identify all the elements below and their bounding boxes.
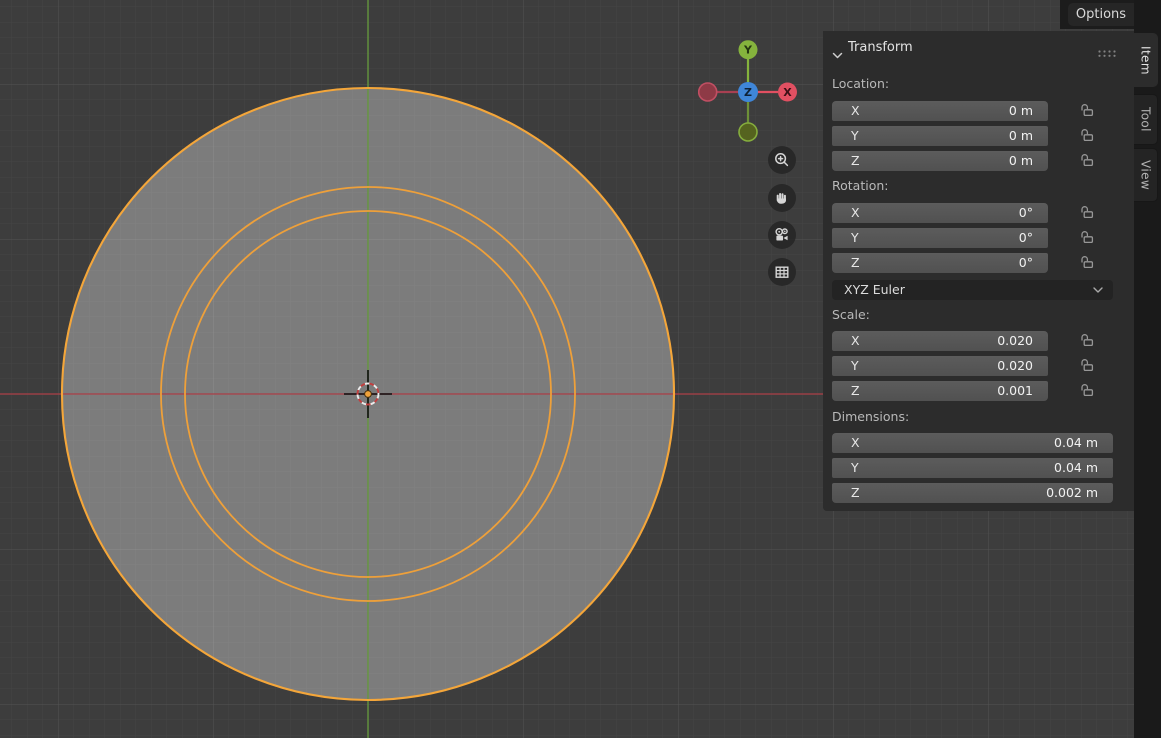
object-origin-dot (365, 391, 372, 398)
pan-hand-icon (773, 189, 791, 207)
gizmo-neg-x-ball[interactable] (699, 83, 717, 101)
scale-z-field[interactable]: Z 0.001 (832, 381, 1048, 401)
location-x-field[interactable]: X 0 m (832, 101, 1048, 121)
field-value: 0° (1019, 205, 1033, 220)
field-value: 0 m (1009, 128, 1033, 143)
axis-label: X (851, 333, 860, 348)
rotation-z-field[interactable]: Z 0° (832, 253, 1048, 273)
gizmo-neg-y-ball[interactable] (739, 123, 757, 141)
dimensions-section-label: Dimensions: (832, 409, 909, 424)
dimensions-z-field[interactable]: Z 0.002 m (832, 483, 1113, 503)
location-z-field[interactable]: Z 0 m (832, 151, 1048, 171)
gizmo-z-label: Z (744, 86, 752, 99)
field-value: 0° (1019, 255, 1033, 270)
scale-section-label: Scale: (832, 307, 870, 322)
dimensions-y-field[interactable]: Y 0.04 m (832, 458, 1113, 478)
unlock-icon[interactable] (1079, 152, 1095, 168)
axis-label: X (851, 205, 860, 220)
grid-ortho-icon (773, 263, 791, 281)
sidebar-transform-panel: Transform Location: X 0 m Y 0 m Z 0 m (823, 31, 1134, 511)
tab-view[interactable]: View (1134, 148, 1158, 202)
gizmo-y-ball[interactable]: Y (739, 40, 758, 59)
field-value: 0 m (1009, 103, 1033, 118)
ortho-grid-button[interactable] (768, 258, 796, 286)
axis-label: X (851, 435, 860, 450)
field-value: 0° (1019, 230, 1033, 245)
axis-label: X (851, 103, 860, 118)
zoom-tool-button[interactable] (768, 146, 796, 174)
field-value: 0.020 (997, 358, 1033, 373)
zoom-icon (773, 151, 791, 169)
axis-label: Z (851, 383, 860, 398)
rotation-x-field[interactable]: X 0° (832, 203, 1048, 223)
rotation-mode-dropdown[interactable]: XYZ Euler (832, 280, 1113, 300)
axis-label: Y (851, 358, 859, 373)
axis-label: Z (851, 485, 860, 500)
panel-title[interactable]: Transform (848, 40, 913, 55)
dimensions-x-field[interactable]: X 0.04 m (832, 433, 1113, 453)
field-value: 0 m (1009, 153, 1033, 168)
scale-x-field[interactable]: X 0.020 (832, 331, 1048, 351)
camera-view-button[interactable] (768, 221, 796, 249)
tab-item[interactable]: Item (1134, 33, 1158, 87)
tab-tool-label: Tool (1139, 107, 1153, 132)
tab-view-label: View (1139, 160, 1153, 190)
unlock-icon[interactable] (1079, 382, 1095, 398)
unlock-icon[interactable] (1079, 204, 1095, 220)
location-y-field[interactable]: Y 0 m (832, 126, 1048, 146)
panel-collapse-chevron-icon[interactable] (832, 44, 843, 63)
scale-y-field[interactable]: Y 0.020 (832, 356, 1048, 376)
axis-label: Y (851, 128, 859, 143)
rotation-mode-value: XYZ Euler (844, 282, 905, 297)
axis-label: Z (851, 153, 860, 168)
sidebar-tab-strip: Item Tool View (1134, 0, 1161, 738)
unlock-icon[interactable] (1079, 102, 1095, 118)
field-value: 0.002 m (1046, 485, 1098, 500)
chevron-down-icon (1093, 287, 1103, 293)
field-value: 0.04 m (1054, 460, 1098, 475)
axis-label: Z (851, 255, 860, 270)
gizmo-x-ball[interactable]: X (778, 83, 797, 102)
unlock-icon[interactable] (1079, 357, 1095, 373)
pan-tool-button[interactable] (768, 184, 796, 212)
drag-grip-icon[interactable] (1097, 43, 1118, 62)
rotation-section-label: Rotation: (832, 178, 889, 193)
gizmo-z-ball[interactable]: Z (738, 82, 758, 102)
camera-icon (773, 226, 791, 244)
rotation-y-field[interactable]: Y 0° (832, 228, 1048, 248)
field-value: 0.04 m (1054, 435, 1098, 450)
unlock-icon[interactable] (1079, 254, 1095, 270)
tab-item-label: Item (1139, 46, 1153, 75)
axis-label: Y (851, 460, 859, 475)
field-value: 0.001 (997, 383, 1033, 398)
unlock-icon[interactable] (1079, 229, 1095, 245)
unlock-icon[interactable] (1079, 127, 1095, 143)
axis-label: Y (851, 230, 859, 245)
unlock-icon[interactable] (1079, 332, 1095, 348)
tab-tool[interactable]: Tool (1134, 94, 1158, 145)
field-value: 0.020 (997, 333, 1033, 348)
navigation-gizmo[interactable]: Y X Z (698, 37, 798, 147)
blender-window: Options Y X Z (0, 0, 1161, 738)
gizmo-y-label: Y (743, 44, 753, 57)
location-section-label: Location: (832, 76, 889, 91)
gizmo-x-label: X (783, 86, 792, 99)
options-label: Options (1076, 7, 1126, 22)
